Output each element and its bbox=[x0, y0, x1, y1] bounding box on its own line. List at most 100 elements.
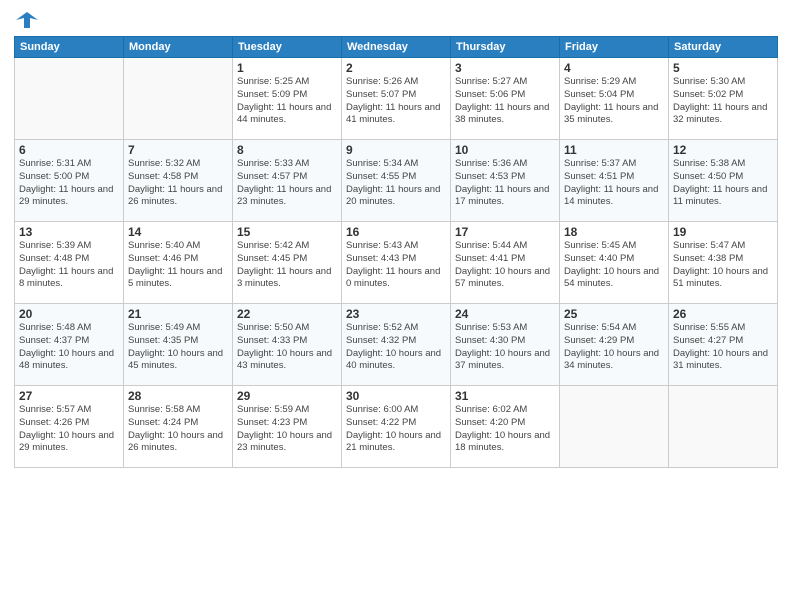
calendar-cell bbox=[669, 386, 778, 468]
day-info: Sunrise: 5:59 AM Sunset: 4:23 PM Dayligh… bbox=[237, 404, 337, 455]
day-number: 1 bbox=[237, 61, 337, 75]
weekday-header-tuesday: Tuesday bbox=[233, 37, 342, 58]
calendar-cell: 25Sunrise: 5:54 AM Sunset: 4:29 PM Dayli… bbox=[560, 304, 669, 386]
calendar-cell: 16Sunrise: 5:43 AM Sunset: 4:43 PM Dayli… bbox=[342, 222, 451, 304]
weekday-header-row: SundayMondayTuesdayWednesdayThursdayFrid… bbox=[15, 37, 778, 58]
calendar-cell: 28Sunrise: 5:58 AM Sunset: 4:24 PM Dayli… bbox=[124, 386, 233, 468]
day-number: 17 bbox=[455, 225, 555, 239]
day-info: Sunrise: 5:26 AM Sunset: 5:07 PM Dayligh… bbox=[346, 76, 446, 127]
week-row-4: 20Sunrise: 5:48 AM Sunset: 4:37 PM Dayli… bbox=[15, 304, 778, 386]
day-info: Sunrise: 5:49 AM Sunset: 4:35 PM Dayligh… bbox=[128, 322, 228, 373]
day-number: 14 bbox=[128, 225, 228, 239]
calendar-cell bbox=[124, 58, 233, 140]
day-number: 22 bbox=[237, 307, 337, 321]
weekday-header-friday: Friday bbox=[560, 37, 669, 58]
calendar-cell: 1Sunrise: 5:25 AM Sunset: 5:09 PM Daylig… bbox=[233, 58, 342, 140]
day-number: 25 bbox=[564, 307, 664, 321]
day-info: Sunrise: 5:36 AM Sunset: 4:53 PM Dayligh… bbox=[455, 158, 555, 209]
day-info: Sunrise: 5:45 AM Sunset: 4:40 PM Dayligh… bbox=[564, 240, 664, 291]
day-number: 31 bbox=[455, 389, 555, 403]
day-info: Sunrise: 5:57 AM Sunset: 4:26 PM Dayligh… bbox=[19, 404, 119, 455]
calendar-cell: 2Sunrise: 5:26 AM Sunset: 5:07 PM Daylig… bbox=[342, 58, 451, 140]
day-number: 8 bbox=[237, 143, 337, 157]
calendar-cell: 6Sunrise: 5:31 AM Sunset: 5:00 PM Daylig… bbox=[15, 140, 124, 222]
day-info: Sunrise: 5:39 AM Sunset: 4:48 PM Dayligh… bbox=[19, 240, 119, 291]
day-info: Sunrise: 5:38 AM Sunset: 4:50 PM Dayligh… bbox=[673, 158, 773, 209]
calendar-cell: 10Sunrise: 5:36 AM Sunset: 4:53 PM Dayli… bbox=[451, 140, 560, 222]
day-info: Sunrise: 5:52 AM Sunset: 4:32 PM Dayligh… bbox=[346, 322, 446, 373]
calendar-cell: 7Sunrise: 5:32 AM Sunset: 4:58 PM Daylig… bbox=[124, 140, 233, 222]
week-row-1: 1Sunrise: 5:25 AM Sunset: 5:09 PM Daylig… bbox=[15, 58, 778, 140]
calendar-cell: 27Sunrise: 5:57 AM Sunset: 4:26 PM Dayli… bbox=[15, 386, 124, 468]
day-info: Sunrise: 5:50 AM Sunset: 4:33 PM Dayligh… bbox=[237, 322, 337, 373]
calendar-cell bbox=[560, 386, 669, 468]
day-number: 13 bbox=[19, 225, 119, 239]
day-number: 7 bbox=[128, 143, 228, 157]
day-info: Sunrise: 5:48 AM Sunset: 4:37 PM Dayligh… bbox=[19, 322, 119, 373]
week-row-3: 13Sunrise: 5:39 AM Sunset: 4:48 PM Dayli… bbox=[15, 222, 778, 304]
day-number: 16 bbox=[346, 225, 446, 239]
calendar-cell: 18Sunrise: 5:45 AM Sunset: 4:40 PM Dayli… bbox=[560, 222, 669, 304]
calendar-cell: 31Sunrise: 6:02 AM Sunset: 4:20 PM Dayli… bbox=[451, 386, 560, 468]
weekday-header-thursday: Thursday bbox=[451, 37, 560, 58]
day-number: 28 bbox=[128, 389, 228, 403]
weekday-header-wednesday: Wednesday bbox=[342, 37, 451, 58]
calendar-container: SundayMondayTuesdayWednesdayThursdayFrid… bbox=[0, 0, 792, 612]
day-number: 21 bbox=[128, 307, 228, 321]
day-info: Sunrise: 5:29 AM Sunset: 5:04 PM Dayligh… bbox=[564, 76, 664, 127]
day-number: 23 bbox=[346, 307, 446, 321]
calendar-cell: 12Sunrise: 5:38 AM Sunset: 4:50 PM Dayli… bbox=[669, 140, 778, 222]
day-number: 20 bbox=[19, 307, 119, 321]
day-info: Sunrise: 6:00 AM Sunset: 4:22 PM Dayligh… bbox=[346, 404, 446, 455]
day-info: Sunrise: 5:25 AM Sunset: 5:09 PM Dayligh… bbox=[237, 76, 337, 127]
calendar-cell: 30Sunrise: 6:00 AM Sunset: 4:22 PM Dayli… bbox=[342, 386, 451, 468]
day-number: 5 bbox=[673, 61, 773, 75]
day-number: 15 bbox=[237, 225, 337, 239]
day-info: Sunrise: 5:58 AM Sunset: 4:24 PM Dayligh… bbox=[128, 404, 228, 455]
logo-bird-icon bbox=[16, 10, 38, 30]
calendar-cell: 29Sunrise: 5:59 AM Sunset: 4:23 PM Dayli… bbox=[233, 386, 342, 468]
calendar-cell: 20Sunrise: 5:48 AM Sunset: 4:37 PM Dayli… bbox=[15, 304, 124, 386]
calendar-cell: 9Sunrise: 5:34 AM Sunset: 4:55 PM Daylig… bbox=[342, 140, 451, 222]
day-number: 9 bbox=[346, 143, 446, 157]
day-info: Sunrise: 5:37 AM Sunset: 4:51 PM Dayligh… bbox=[564, 158, 664, 209]
calendar-cell: 26Sunrise: 5:55 AM Sunset: 4:27 PM Dayli… bbox=[669, 304, 778, 386]
day-info: Sunrise: 6:02 AM Sunset: 4:20 PM Dayligh… bbox=[455, 404, 555, 455]
day-number: 26 bbox=[673, 307, 773, 321]
header bbox=[14, 10, 778, 30]
weekday-header-saturday: Saturday bbox=[669, 37, 778, 58]
day-info: Sunrise: 5:34 AM Sunset: 4:55 PM Dayligh… bbox=[346, 158, 446, 209]
day-info: Sunrise: 5:43 AM Sunset: 4:43 PM Dayligh… bbox=[346, 240, 446, 291]
day-number: 6 bbox=[19, 143, 119, 157]
calendar-table: SundayMondayTuesdayWednesdayThursdayFrid… bbox=[14, 36, 778, 468]
calendar-cell: 22Sunrise: 5:50 AM Sunset: 4:33 PM Dayli… bbox=[233, 304, 342, 386]
day-info: Sunrise: 5:42 AM Sunset: 4:45 PM Dayligh… bbox=[237, 240, 337, 291]
day-number: 24 bbox=[455, 307, 555, 321]
calendar-cell: 21Sunrise: 5:49 AM Sunset: 4:35 PM Dayli… bbox=[124, 304, 233, 386]
day-info: Sunrise: 5:44 AM Sunset: 4:41 PM Dayligh… bbox=[455, 240, 555, 291]
calendar-cell: 13Sunrise: 5:39 AM Sunset: 4:48 PM Dayli… bbox=[15, 222, 124, 304]
calendar-cell: 11Sunrise: 5:37 AM Sunset: 4:51 PM Dayli… bbox=[560, 140, 669, 222]
week-row-5: 27Sunrise: 5:57 AM Sunset: 4:26 PM Dayli… bbox=[15, 386, 778, 468]
day-number: 11 bbox=[564, 143, 664, 157]
calendar-cell: 15Sunrise: 5:42 AM Sunset: 4:45 PM Dayli… bbox=[233, 222, 342, 304]
day-info: Sunrise: 5:55 AM Sunset: 4:27 PM Dayligh… bbox=[673, 322, 773, 373]
weekday-header-monday: Monday bbox=[124, 37, 233, 58]
day-info: Sunrise: 5:31 AM Sunset: 5:00 PM Dayligh… bbox=[19, 158, 119, 209]
calendar-cell: 5Sunrise: 5:30 AM Sunset: 5:02 PM Daylig… bbox=[669, 58, 778, 140]
day-number: 10 bbox=[455, 143, 555, 157]
day-info: Sunrise: 5:30 AM Sunset: 5:02 PM Dayligh… bbox=[673, 76, 773, 127]
calendar-cell: 4Sunrise: 5:29 AM Sunset: 5:04 PM Daylig… bbox=[560, 58, 669, 140]
day-number: 3 bbox=[455, 61, 555, 75]
day-number: 29 bbox=[237, 389, 337, 403]
day-number: 19 bbox=[673, 225, 773, 239]
calendar-cell: 14Sunrise: 5:40 AM Sunset: 4:46 PM Dayli… bbox=[124, 222, 233, 304]
calendar-cell: 19Sunrise: 5:47 AM Sunset: 4:38 PM Dayli… bbox=[669, 222, 778, 304]
calendar-cell: 23Sunrise: 5:52 AM Sunset: 4:32 PM Dayli… bbox=[342, 304, 451, 386]
day-info: Sunrise: 5:54 AM Sunset: 4:29 PM Dayligh… bbox=[564, 322, 664, 373]
calendar-cell: 17Sunrise: 5:44 AM Sunset: 4:41 PM Dayli… bbox=[451, 222, 560, 304]
day-number: 18 bbox=[564, 225, 664, 239]
calendar-cell: 24Sunrise: 5:53 AM Sunset: 4:30 PM Dayli… bbox=[451, 304, 560, 386]
day-number: 4 bbox=[564, 61, 664, 75]
calendar-cell: 8Sunrise: 5:33 AM Sunset: 4:57 PM Daylig… bbox=[233, 140, 342, 222]
